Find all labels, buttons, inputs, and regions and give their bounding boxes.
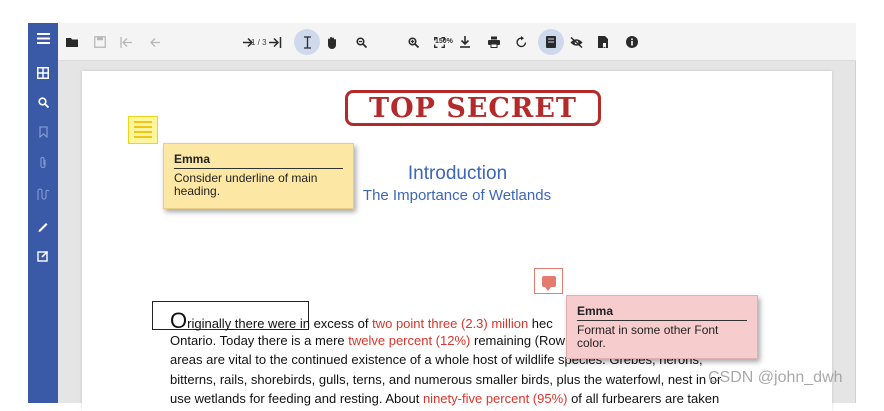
menu-icon[interactable] — [28, 25, 58, 51]
comment-text: Format in some other Font color. — [577, 323, 719, 350]
stamp-text: TOP SECRET — [369, 92, 577, 124]
first-page-icon[interactable] — [120, 32, 133, 52]
info-icon[interactable] — [626, 32, 638, 52]
annotation-toggle-icon[interactable] — [538, 29, 564, 55]
comment-author: Emma — [577, 304, 747, 321]
text-select-icon[interactable] — [294, 29, 320, 55]
zoom-out-icon[interactable] — [356, 32, 367, 52]
watermark: CSDN @john_dwh — [708, 369, 843, 386]
form-edit-icon[interactable] — [28, 243, 58, 269]
sticky-note-icon[interactable] — [128, 116, 158, 144]
top-secret-stamp[interactable]: TOP SECRET — [345, 90, 601, 126]
note-text: Consider underline of main heading. — [174, 171, 318, 198]
document-subheading: The Importance of Wetlands — [362, 187, 552, 204]
sidebar — [28, 23, 58, 403]
toolbar: 1 / 3 150% — [58, 23, 856, 61]
document-heading: Introduction — [407, 163, 508, 184]
pan-hand-icon[interactable] — [326, 32, 338, 52]
rotate-icon[interactable] — [516, 32, 527, 52]
last-page-icon[interactable] — [268, 32, 282, 52]
next-page-icon[interactable] — [242, 32, 254, 52]
paragraph-line: use wetlands for feeding and resting. Ab… — [170, 391, 720, 406]
paragraph-line: bitterns, rails, shorebirds, gulls, tern… — [170, 371, 722, 387]
attachment-icon[interactable] — [28, 149, 58, 175]
bookmark-icon[interactable] — [28, 119, 58, 145]
annotation-pen-icon[interactable] — [28, 213, 58, 239]
signature-icon[interactable] — [28, 181, 58, 207]
sticky-note-popup[interactable]: Emma Consider underline of main heading. — [163, 143, 354, 209]
print-icon[interactable] — [488, 32, 500, 52]
previous-page-icon[interactable] — [150, 32, 161, 52]
hide-annotations-icon[interactable] — [570, 32, 583, 52]
note-author: Emma — [174, 152, 343, 169]
bookmark-doc-icon[interactable] — [598, 32, 608, 52]
open-folder-icon[interactable] — [66, 32, 79, 52]
save-icon[interactable] — [94, 32, 106, 52]
search-icon[interactable] — [28, 89, 58, 115]
comment-icon[interactable] — [534, 268, 563, 294]
comment-popup[interactable]: Emma Format in some other Font color. — [566, 295, 758, 359]
thumbnails-icon[interactable] — [28, 60, 58, 86]
zoom-in-icon[interactable] — [408, 32, 419, 52]
download-icon[interactable] — [460, 32, 470, 52]
fit-page-icon[interactable] — [434, 32, 445, 52]
